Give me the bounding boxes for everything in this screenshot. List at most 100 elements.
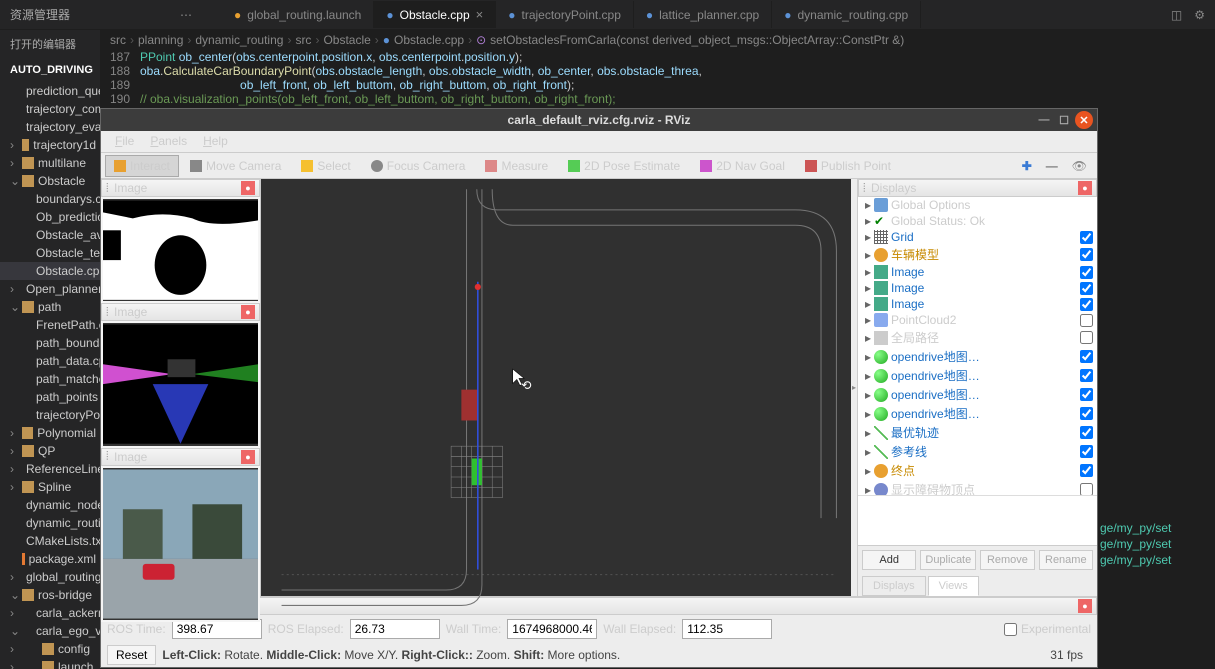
tool-remove-icon[interactable]: — — [1040, 155, 1064, 177]
add-button[interactable]: Add — [862, 550, 916, 570]
expand-icon[interactable]: ▸ — [862, 198, 874, 212]
duplicate-button[interactable]: Duplicate — [920, 550, 976, 570]
expand-icon[interactable]: ▸ — [862, 483, 874, 496]
close-icon[interactable]: ● — [1078, 181, 1092, 195]
display-checkbox[interactable] — [1080, 407, 1093, 420]
display-item[interactable]: ▸车辆模型 — [858, 245, 1097, 264]
expand-icon[interactable]: ▸ — [862, 369, 874, 383]
explorer-item[interactable]: trajectory1d — [0, 136, 100, 154]
explorer-item[interactable]: multilane — [0, 154, 100, 172]
display-checkbox[interactable] — [1080, 464, 1093, 477]
display-item[interactable]: ▸PointCloud2 — [858, 312, 1097, 328]
explorer-item[interactable]: dynamic_routing — [0, 514, 100, 532]
explorer-item[interactable]: carla_ego_vehicle — [0, 622, 100, 640]
maximize-button[interactable]: ☐ — [1055, 111, 1073, 129]
display-checkbox[interactable] — [1080, 445, 1093, 458]
display-checkbox[interactable] — [1080, 298, 1093, 311]
tool-pose-estimate[interactable]: 2D Pose Estimate — [559, 155, 689, 177]
display-checkbox[interactable] — [1080, 483, 1093, 495]
display-item[interactable]: ▸✔Global Status: Ok — [858, 213, 1097, 229]
rviz-3d-view[interactable]: ⟲ — [261, 179, 857, 596]
explorer-item[interactable]: trajectory_combiner.cpp — [0, 100, 100, 118]
rviz-titlebar[interactable]: carla_default_rviz.cfg.rviz - RViz — ☐ ✕ — [101, 109, 1097, 131]
explorer-item[interactable]: ReferenceLine — [0, 460, 100, 478]
expand-icon[interactable]: ▸ — [862, 248, 874, 262]
tool-publish-point[interactable]: Publish Point — [796, 155, 900, 177]
explorer-item[interactable]: QP — [0, 442, 100, 460]
expand-icon[interactable]: ▸ — [862, 331, 874, 345]
close-icon[interactable]: ● — [241, 181, 255, 195]
display-item[interactable]: ▸opendrive地图… — [858, 404, 1097, 423]
ros-time-input[interactable] — [172, 619, 262, 639]
explorer-item[interactable]: Open_planner — [0, 280, 100, 298]
display-item[interactable]: ▸opendrive地图… — [858, 366, 1097, 385]
explorer-item[interactable]: path — [0, 298, 100, 316]
explorer-item[interactable]: Obstacle — [0, 172, 100, 190]
tab-obstacle[interactable]: ●Obstacle.cpp× — [374, 1, 496, 28]
image-panel-3-header[interactable]: ⦙Image● — [101, 448, 260, 466]
tab-dynamic-routing[interactable]: ●dynamic_routing.cpp — [772, 1, 921, 28]
explorer-item[interactable]: path_points — [0, 388, 100, 406]
tab-views[interactable]: Views — [928, 576, 979, 596]
ros-elapsed-input[interactable] — [350, 619, 440, 639]
explorer-item[interactable]: Ob_prediction — [0, 208, 100, 226]
workspace-root[interactable]: AUTO_DRIVING — [0, 58, 100, 82]
tab-lattice-planner[interactable]: ●lattice_planner.cpp — [634, 1, 772, 28]
split-icon[interactable]: ◫ — [1171, 8, 1182, 22]
minimize-button[interactable]: — — [1035, 111, 1053, 129]
display-item[interactable]: ▸参考线 — [858, 442, 1097, 461]
image-panel-2-header[interactable]: ⦙Image● — [101, 303, 260, 321]
expand-icon[interactable]: ▸ — [862, 464, 874, 478]
display-item[interactable]: ▸Grid — [858, 229, 1097, 245]
close-icon[interactable]: ● — [241, 450, 255, 464]
displays-header[interactable]: ⦙Displays● — [858, 179, 1097, 197]
tool-visibility-icon[interactable]: 👁 — [1066, 155, 1093, 177]
display-item[interactable]: ▸Global Options — [858, 197, 1097, 213]
explorer-item[interactable]: Polynomial — [0, 424, 100, 442]
explorer-item[interactable]: config — [0, 640, 100, 658]
explorer-item[interactable]: package.xml — [0, 550, 100, 568]
display-checkbox[interactable] — [1080, 231, 1093, 244]
tool-focus-camera[interactable]: Focus Camera — [362, 155, 475, 177]
close-button[interactable]: ✕ — [1075, 111, 1093, 129]
expand-icon[interactable]: ▸ — [862, 445, 874, 459]
explorer-item[interactable]: carla_ackermann — [0, 604, 100, 622]
display-checkbox[interactable] — [1080, 266, 1093, 279]
explorer-item[interactable]: prediction_querier.cpp — [0, 82, 100, 100]
menu-help[interactable]: Help — [195, 131, 236, 152]
reset-button[interactable]: Reset — [107, 645, 156, 665]
display-checkbox[interactable] — [1080, 388, 1093, 401]
expand-icon[interactable]: ▸ — [862, 214, 874, 228]
wall-elapsed-input[interactable] — [682, 619, 772, 639]
display-checkbox[interactable] — [1080, 248, 1093, 261]
tab-trajectory-point[interactable]: ●trajectoryPoint.cpp — [496, 1, 634, 28]
menu-panels[interactable]: Panels — [142, 131, 195, 152]
explorer-item[interactable]: trajectoryPoint — [0, 406, 100, 424]
display-item[interactable]: ▸显示障碍物顶点 — [858, 480, 1097, 495]
tool-measure[interactable]: Measure — [476, 155, 557, 177]
display-item[interactable]: ▸opendrive地图… — [858, 347, 1097, 366]
explorer-item[interactable]: dynamic_node — [0, 496, 100, 514]
wall-time-input[interactable] — [507, 619, 597, 639]
explorer-item[interactable]: trajectory_evaluator.cpp — [0, 118, 100, 136]
expand-icon[interactable]: ▸ — [862, 388, 874, 402]
explorer-item[interactable]: boundarys.cpp — [0, 190, 100, 208]
explorer-item[interactable]: global_routing — [0, 568, 100, 586]
close-icon[interactable]: ● — [241, 305, 255, 319]
tool-add-icon[interactable]: ✚ — [1016, 155, 1038, 177]
splitter-right[interactable]: ▸ — [851, 179, 857, 596]
explorer-item[interactable]: CMakeLists.txt — [0, 532, 100, 550]
image-panel-1-header[interactable]: ⦙Image● — [101, 179, 260, 197]
rename-button[interactable]: Rename — [1039, 550, 1093, 570]
tool-nav-goal[interactable]: 2D Nav Goal — [691, 155, 794, 177]
display-item[interactable]: ▸最优轨迹 — [858, 423, 1097, 442]
explorer-item[interactable]: launch — [0, 658, 100, 669]
explorer-item[interactable]: Spline — [0, 478, 100, 496]
explorer-item[interactable]: path_matcher — [0, 370, 100, 388]
explorer-item[interactable]: ros-bridge — [0, 586, 100, 604]
expand-icon[interactable]: ▸ — [862, 407, 874, 421]
close-icon[interactable]: × — [476, 7, 484, 22]
tool-interact[interactable]: Interact — [105, 155, 179, 177]
expand-icon[interactable]: ▸ — [862, 230, 874, 244]
expand-icon[interactable]: ▸ — [862, 350, 874, 364]
